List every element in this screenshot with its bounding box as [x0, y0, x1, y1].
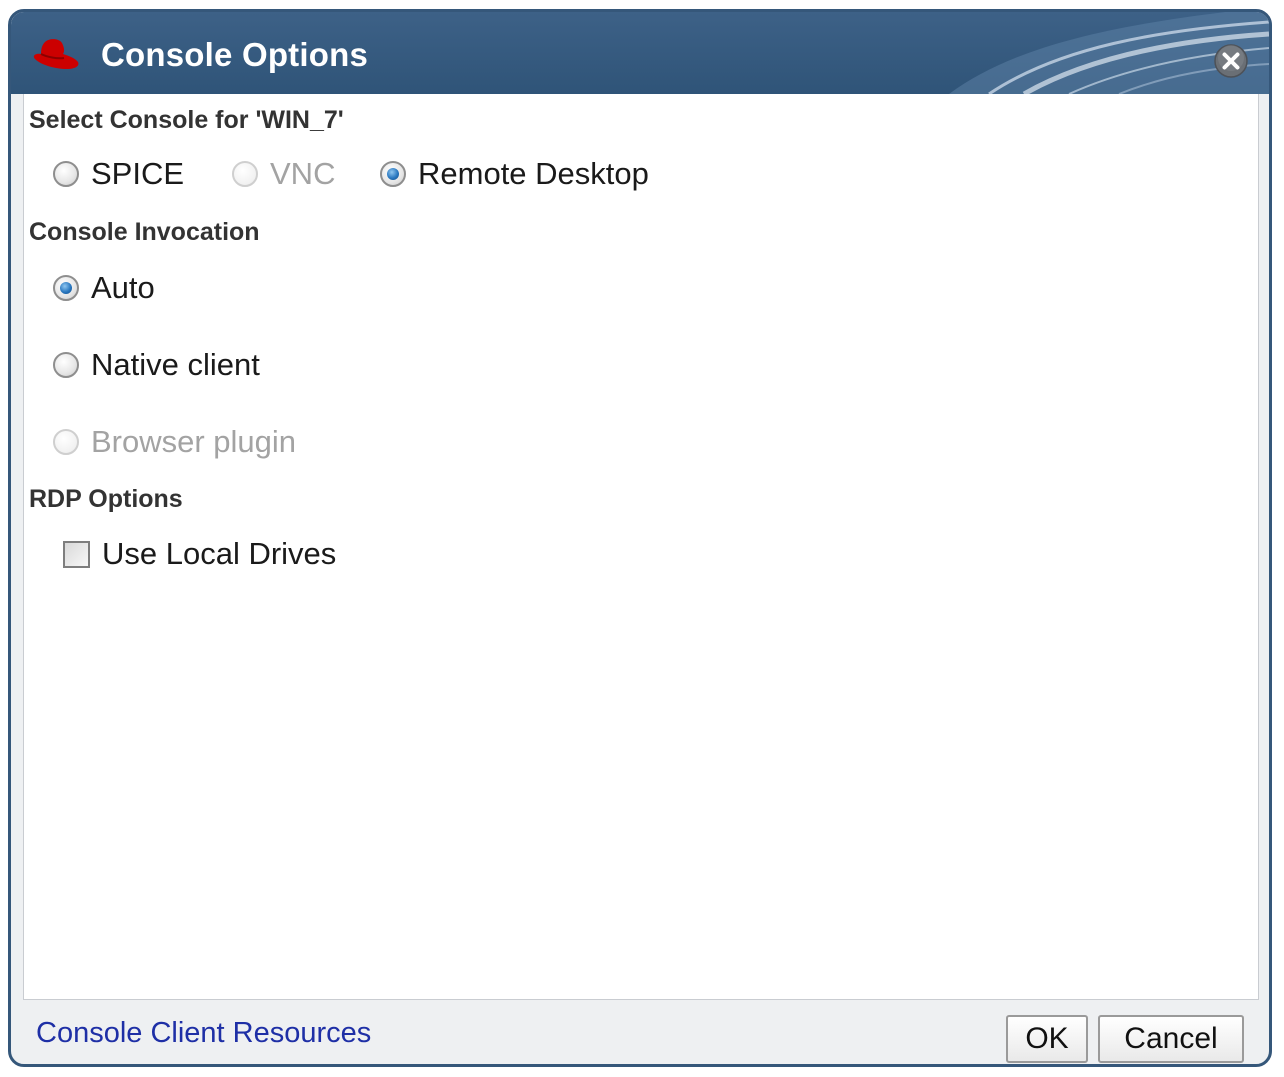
radio-browser-plugin-label: Browser plugin: [91, 424, 297, 459]
use-local-drives-checkbox[interactable]: Use Local Drives: [63, 536, 336, 572]
radio-button[interactable]: [380, 161, 406, 187]
checkbox-box[interactable]: [63, 540, 90, 568]
radio-button: [53, 429, 79, 455]
radio-native-client[interactable]: Native client: [53, 347, 260, 383]
radio-remote-desktop[interactable]: Remote Desktop: [380, 156, 649, 192]
cancel-button[interactable]: Cancel: [1098, 1015, 1244, 1063]
ok-button[interactable]: OK: [1006, 1015, 1088, 1063]
radio-native-client-label: Native client: [91, 347, 260, 382]
radio-vnc-label: VNC: [270, 156, 336, 191]
console-invocation-label: Console Invocation: [29, 218, 260, 246]
radio-remote-desktop-label: Remote Desktop: [418, 156, 649, 191]
radio-button[interactable]: [53, 275, 79, 301]
select-console-label: Select Console for 'WIN_7': [29, 106, 344, 134]
radio-button[interactable]: [53, 352, 79, 378]
radio-vnc: VNC: [232, 156, 335, 192]
dialog-titlebar[interactable]: Console Options: [11, 12, 1269, 94]
radio-spice-label: SPICE: [91, 156, 185, 191]
radio-browser-plugin: Browser plugin: [53, 424, 296, 460]
close-icon[interactable]: [1213, 43, 1249, 79]
console-options-dialog: Console Options Select Console for 'WIN_…: [8, 9, 1272, 1067]
radio-auto[interactable]: Auto: [53, 270, 155, 306]
radio-auto-label: Auto: [91, 270, 155, 305]
rdp-options-label: RDP Options: [29, 485, 183, 513]
redhat-logo-icon: [33, 39, 79, 69]
dialog-content: Select Console for 'WIN_7' SPICE VNC Rem…: [23, 94, 1259, 1000]
console-client-resources-link[interactable]: Console Client Resources: [36, 1017, 371, 1050]
radio-button[interactable]: [53, 161, 79, 187]
radio-button: [232, 161, 258, 187]
use-local-drives-label: Use Local Drives: [102, 536, 337, 571]
dialog-title: Console Options: [101, 36, 368, 73]
radio-spice[interactable]: SPICE: [53, 156, 184, 192]
